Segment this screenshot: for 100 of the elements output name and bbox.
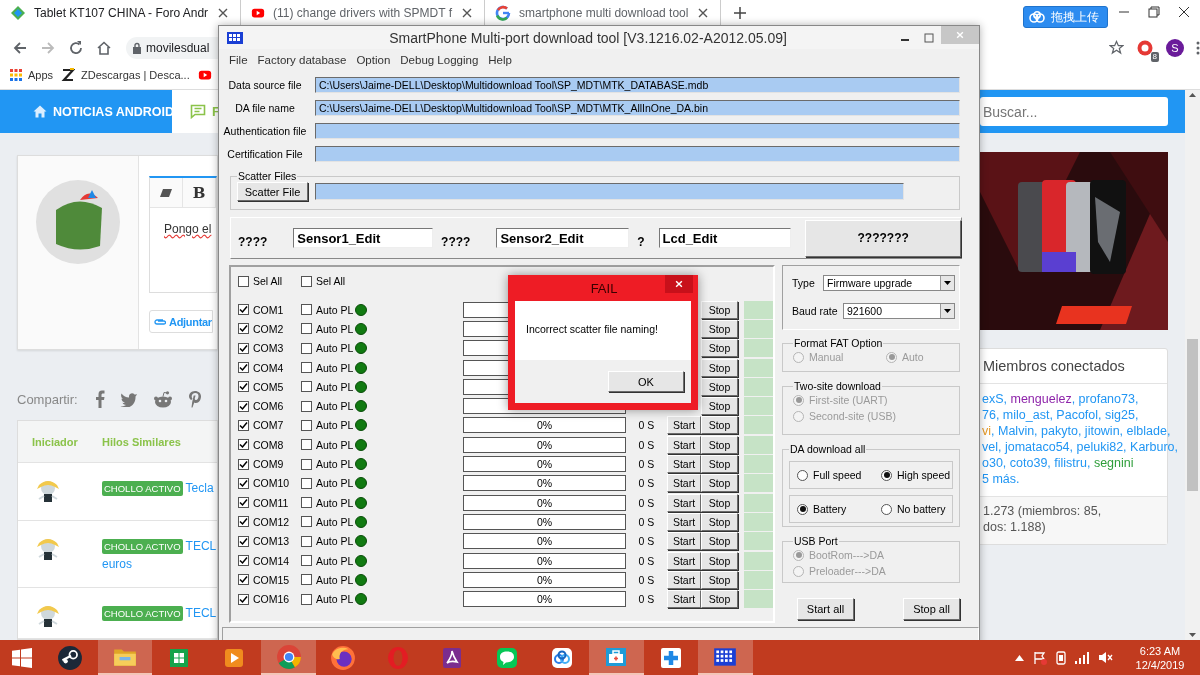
path-field[interactable]: C:\Users\Jaime-DELL\Desktop\Multidownload Tool\SP_MDT\MTK_AllInOne_DA.bin [315, 100, 960, 116]
group-title: USB Port [793, 535, 839, 547]
checkbox[interactable]: Auto PL [301, 417, 355, 434]
checkbox[interactable]: COM4 [238, 359, 301, 376]
start-button[interactable]: Start [667, 474, 701, 493]
checkbox[interactable]: COM16 [238, 591, 301, 608]
radio-button[interactable]: No battery [881, 503, 946, 515]
search-field[interactable]: Buscar... [980, 97, 1168, 126]
checkbox[interactable]: COM7 [238, 417, 301, 434]
checkbox[interactable]: COM9 [238, 456, 301, 472]
stop-button[interactable]: Stop [701, 435, 738, 454]
checkbox[interactable]: Auto PL [301, 513, 355, 530]
checkbox[interactable]: Auto PL [301, 301, 355, 318]
clock[interactable]: 6:23 AM 12/4/2019 [1130, 643, 1190, 672]
path-field[interactable]: C:\Users\Jaime-DELL\Desktop\Multidownload Tool\SP_MDT\MTK_DATABASE.mdb [315, 77, 960, 93]
checkbox[interactable]: Auto PL [301, 591, 355, 608]
action-button[interactable]: Stop all [903, 598, 960, 620]
sensor-button[interactable]: ??????? [805, 219, 961, 257]
stop-button[interactable]: Stop [701, 590, 738, 609]
separator-text: , [1047, 456, 1052, 472]
checkbox[interactable]: Auto PL [301, 533, 355, 550]
bookmark[interactable]: Apps [10, 68, 54, 81]
checkbox[interactable]: Auto PL [301, 340, 355, 357]
stop-button[interactable]: Stop [701, 416, 738, 435]
dropdown[interactable]: 921600 [843, 303, 955, 319]
start-button[interactable]: Start [667, 570, 701, 589]
checkbox[interactable]: Auto PL [301, 378, 355, 395]
checkbox[interactable]: Auto PL [301, 320, 355, 337]
checkbox[interactable]: COM1 [238, 301, 301, 318]
stop-button[interactable]: Stop [701, 300, 738, 319]
start-button[interactable]: Start [667, 532, 701, 551]
checkbox[interactable]: COM13 [238, 533, 301, 550]
scatter-file-button[interactable]: Scatter File [237, 182, 308, 201]
checkbox[interactable]: Sel All [238, 273, 301, 289]
start-button[interactable]: Start [667, 512, 701, 531]
checkbox[interactable]: COM6 [238, 398, 301, 415]
sensor-field[interactable]: Sensor1_Edit [293, 228, 434, 248]
checkbox[interactable]: COM15 [238, 571, 301, 588]
checkbox[interactable]: Auto PL [301, 456, 355, 472]
checkbox[interactable]: COM12 [238, 513, 301, 530]
menu-item[interactable]: Option [351, 54, 396, 66]
profile-avatar[interactable]: S [1166, 38, 1184, 57]
field-label: Authentication file [222, 125, 308, 137]
stop-button[interactable]: Stop [701, 455, 738, 473]
checkbox[interactable]: COM3 [238, 340, 301, 357]
start-button[interactable]: Start [667, 416, 701, 435]
checkbox[interactable]: Auto PL [301, 571, 355, 588]
member-link[interactable]: segnini [1093, 456, 1134, 472]
sensor-field[interactable]: Sensor2_Edit [496, 228, 630, 248]
stop-button[interactable]: Stop [701, 358, 738, 377]
checkbox[interactable]: COM11 [238, 494, 301, 511]
separator-text: , [1166, 424, 1171, 440]
address-bar[interactable]: movilesdual [126, 36, 220, 59]
progress-text: 0% [536, 573, 553, 586]
stop-button[interactable]: Stop [701, 339, 738, 358]
field-label: Baud rate [792, 305, 838, 317]
stop-button[interactable]: Stop [701, 397, 738, 416]
ok-button[interactable]: OK [608, 371, 684, 392]
checkbox[interactable]: COM14 [238, 552, 301, 569]
menu-item[interactable]: Debug Logging [395, 54, 484, 66]
progress-text: 0% [536, 419, 553, 432]
sensor-label: ???? [238, 235, 268, 249]
checkbox[interactable]: Auto PL [301, 494, 355, 511]
stop-button[interactable]: Stop [701, 474, 738, 493]
checkbox[interactable]: Auto PL [301, 552, 355, 569]
checkbox[interactable]: Auto PL [301, 359, 355, 376]
text-editor[interactable]: B Pongo el [149, 176, 217, 293]
menu-item[interactable]: Help [483, 54, 517, 66]
radio-button[interactable]: Full speed [797, 469, 881, 481]
status-badge: CHOLLO ACTIVO [102, 480, 183, 496]
radio-button[interactable]: Battery [797, 503, 881, 515]
member-link[interactable]: menguelez [1010, 392, 1072, 408]
start-button[interactable]: Start [667, 551, 701, 570]
separator-text: , [1086, 456, 1092, 472]
checkbox[interactable]: Auto PL [301, 475, 355, 492]
start-button[interactable]: Start [667, 493, 701, 512]
menu-item[interactable]: Factory database [252, 54, 352, 66]
checkbox[interactable]: COM2 [238, 320, 301, 337]
radio-button[interactable]: High speed [881, 469, 951, 481]
stop-button[interactable]: Stop [701, 532, 738, 551]
checkbox[interactable]: COM5 [238, 378, 301, 395]
menu-item[interactable]: File [224, 54, 253, 66]
bookmark[interactable]: ZDescargas | Desca... [61, 67, 190, 82]
checkbox[interactable]: Sel All [301, 273, 364, 289]
checkbox[interactable]: Auto PL [301, 436, 355, 453]
start-button[interactable]: Start [667, 455, 701, 473]
elapsed-time: 0 S [637, 496, 656, 509]
dropdown[interactable]: Firmware upgrade [823, 275, 955, 291]
checkbox[interactable]: COM10 [238, 475, 301, 492]
sensor-field[interactable]: Lcd_Edit [658, 228, 792, 248]
stop-button[interactable]: Stop [701, 493, 738, 512]
start-button[interactable]: Start [667, 590, 701, 609]
stop-button[interactable]: Stop [701, 551, 738, 570]
field-label: Type [792, 277, 815, 289]
checkbox[interactable]: Auto PL [301, 398, 355, 415]
dialog-message: Incorrect scatter file naming! [515, 301, 691, 360]
action-button[interactable]: Start all [797, 598, 854, 620]
checkbox[interactable]: COM8 [238, 436, 301, 453]
elapsed-time: 0 S [637, 419, 656, 432]
start-button[interactable]: Start [667, 435, 701, 454]
